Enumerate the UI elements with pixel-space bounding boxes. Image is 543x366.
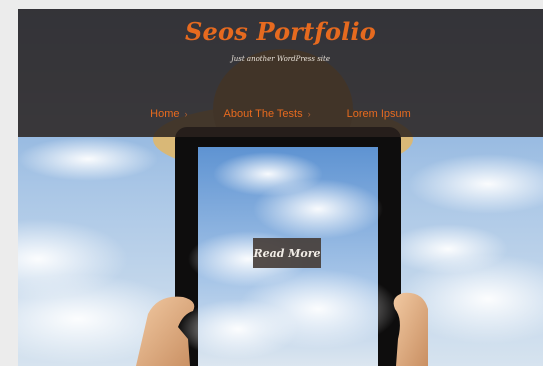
site-header: Seos Portfolio Just another WordPress si… [18, 9, 543, 137]
nav-item-lorem-ipsum[interactable]: Lorem Ipsum [347, 104, 411, 124]
nav-item-label: Home [150, 108, 180, 120]
nav-item-label: Lorem Ipsum [346, 108, 411, 120]
nav-item-home[interactable]: Home › [150, 104, 187, 124]
chevron-right-icon: › [184, 109, 188, 119]
nav-item-about-the-tests[interactable]: About The Tests › [224, 104, 311, 124]
browser-viewport: Seos Portfolio Just another WordPress si… [18, 9, 543, 366]
site-tagline: Just another WordPress site [230, 55, 331, 63]
nav-item-label: About The Tests [223, 108, 303, 120]
main-navigation: Home › About The Tests › Lorem Ipsum [18, 104, 543, 124]
read-more-button[interactable]: Read More [253, 238, 321, 268]
site-title[interactable]: Seos Portfolio [18, 17, 543, 46]
chevron-right-icon: › [307, 109, 311, 119]
